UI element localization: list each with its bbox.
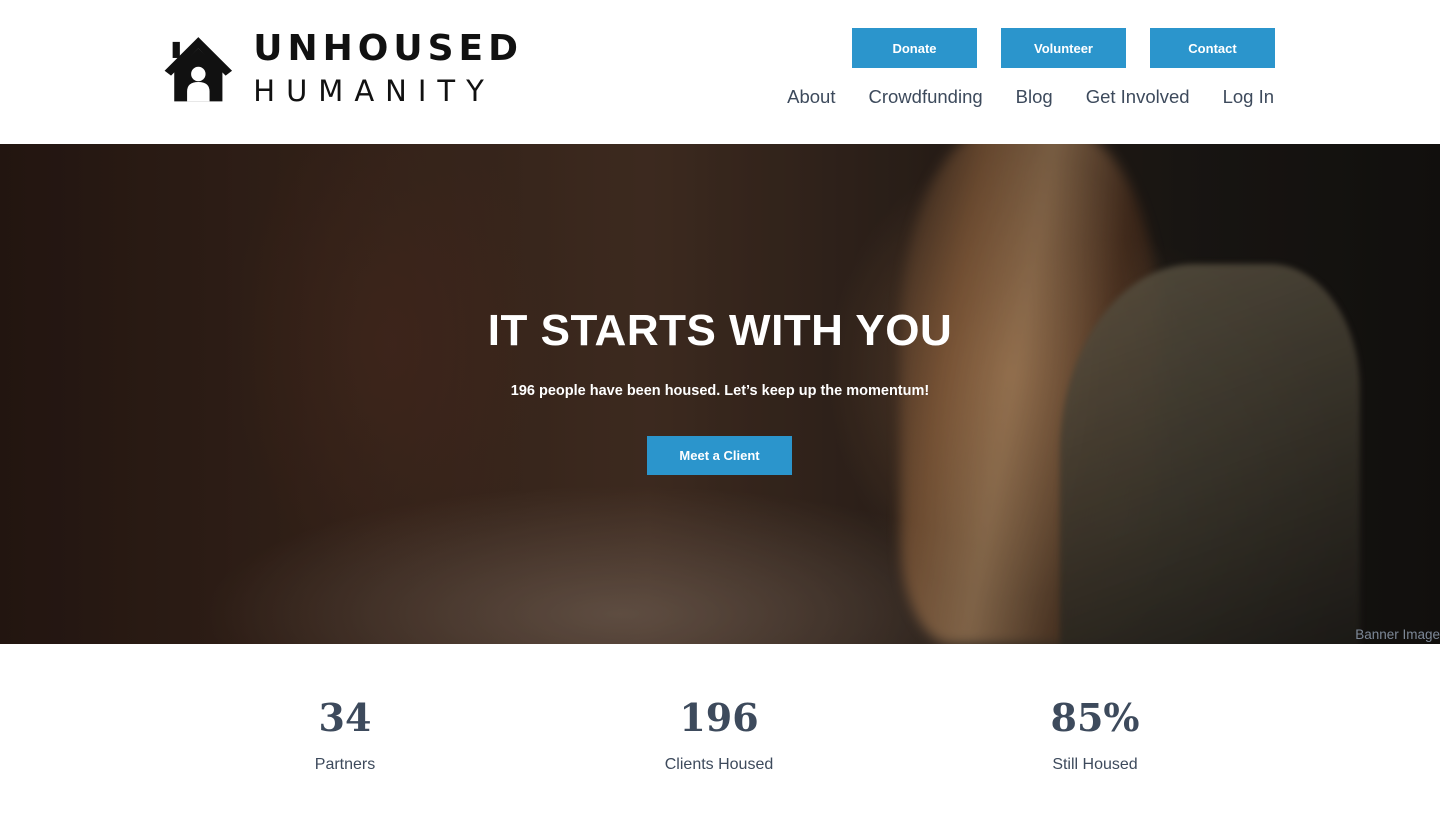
banner-image-caption: Banner Image xyxy=(1355,627,1440,642)
nav-item-get-involved[interactable]: Get Involved xyxy=(1086,84,1190,110)
nav-item-crowdfunding[interactable]: Crowdfunding xyxy=(869,84,983,110)
main-nav: About Crowdfunding Blog Get Involved Log… xyxy=(787,84,1274,110)
stats-section: 34 Partners 196 Clients Housed 85% Still… xyxy=(0,644,1440,815)
hero-banner: IT STARTS WITH YOU 196 people have been … xyxy=(0,144,1440,644)
logo-text-line1: UNHOUSED xyxy=(253,28,523,69)
site-header: UNHOUSED HUMANITY Donate Volunteer Conta… xyxy=(0,0,1440,144)
house-icon xyxy=(164,37,233,102)
volunteer-button[interactable]: Volunteer xyxy=(1001,28,1126,68)
hero-content: IT STARTS WITH YOU 196 people have been … xyxy=(0,144,1440,644)
donate-button[interactable]: Donate xyxy=(852,28,977,68)
stat-partners: 34 Partners xyxy=(225,694,465,774)
hero-title: IT STARTS WITH YOU xyxy=(487,306,953,355)
stat-label: Partners xyxy=(314,756,376,773)
stat-value: 85% xyxy=(1050,695,1140,740)
meet-a-client-button[interactable]: Meet a Client xyxy=(647,436,792,475)
stat-value: 196 xyxy=(679,695,759,740)
stat-label: Still Housed xyxy=(1052,756,1138,773)
logo-text-line2: HUMANITY xyxy=(253,74,495,108)
header-action-buttons: Donate Volunteer Contact xyxy=(852,28,1275,68)
stat-still-housed: 85% Still Housed xyxy=(975,694,1215,774)
contact-button[interactable]: Contact xyxy=(1150,28,1275,68)
hero-subtitle: 196 people have been housed. Let’s keep … xyxy=(510,383,930,399)
nav-item-log-in[interactable]: Log In xyxy=(1223,84,1274,110)
stat-clients-housed: 196 Clients Housed xyxy=(599,694,839,774)
stat-value: 34 xyxy=(318,695,372,740)
site-logo[interactable]: UNHOUSED HUMANITY xyxy=(163,27,523,113)
nav-item-about[interactable]: About xyxy=(787,84,835,110)
stat-label: Clients Housed xyxy=(664,756,774,773)
nav-item-blog[interactable]: Blog xyxy=(1016,84,1053,110)
